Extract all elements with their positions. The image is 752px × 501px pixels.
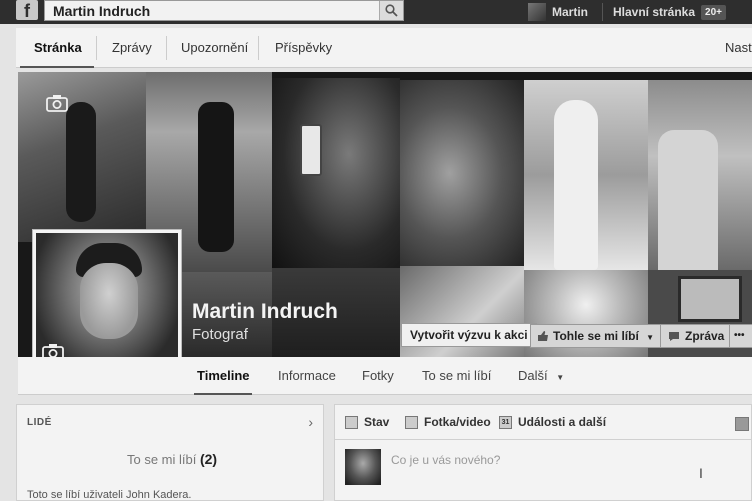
cover-figure — [554, 100, 598, 270]
facebook-logo-icon[interactable]: f — [16, 0, 38, 21]
likes-summary[interactable]: To se mi líbí (2) — [127, 451, 217, 467]
tab-settings[interactable]: Nasta — [725, 40, 752, 55]
profile-picture[interactable] — [32, 229, 182, 377]
search-input-value: Martin Indruch — [53, 3, 151, 19]
page-category: Fotograf — [192, 326, 248, 343]
cover-tile — [400, 80, 524, 266]
tab-posts[interactable]: Příspěvky — [275, 40, 332, 55]
liked-by-text: Toto se líbí uživateli John Kadera. — [27, 489, 192, 501]
user-avatar[interactable] — [527, 3, 546, 21]
like-button-label: Tohle se mi líbí — [553, 329, 639, 343]
message-button-label: Zpráva — [685, 329, 725, 343]
profile-photo — [36, 233, 178, 373]
more-options-button[interactable]: ••• — [729, 324, 752, 348]
calendar-icon: 31 — [499, 415, 512, 429]
photo-icon — [405, 415, 418, 429]
cover-phone — [300, 124, 322, 176]
divider — [96, 36, 97, 60]
timeline-nav: Timeline Informace Fotky To se mi líbí D… — [18, 357, 752, 395]
composer-input[interactable]: Co je u vás nového? — [391, 453, 500, 467]
composer-avatar — [345, 449, 381, 485]
like-page-button[interactable]: Tohle se mi líbí ▼ — [530, 324, 664, 348]
active-tab-indicator — [20, 66, 94, 68]
tab-notifications[interactable]: Upozornění — [181, 40, 248, 55]
tab-messages[interactable]: Zprávy — [112, 40, 152, 55]
people-box: LIDÉ › To se mi líbí (2) Toto se líbí už… — [16, 404, 324, 501]
likes-count: (2) — [199, 451, 218, 467]
cover-tile — [18, 72, 146, 242]
home-link[interactable]: Hlavní stránka — [613, 5, 695, 19]
tab-timeline[interactable]: Timeline — [197, 368, 250, 383]
cover-tile — [524, 80, 648, 270]
cover-figure — [658, 130, 718, 270]
chevron-down-icon: ▼ — [646, 333, 655, 342]
camera-icon[interactable] — [46, 94, 68, 112]
cover-figure — [66, 102, 96, 222]
page-thumbnail-icon[interactable] — [735, 417, 749, 431]
top-right-nav: Martin Hlavní stránka 20+ — [527, 0, 752, 24]
page-name: Martin Indruch — [192, 300, 338, 323]
cover-figure — [198, 102, 234, 252]
home-badge: 20+ — [701, 4, 726, 20]
tab-more[interactable]: Další ▼ — [518, 368, 564, 383]
create-cta-button[interactable]: Vytvořit výzvu k akci — [401, 323, 537, 347]
divider — [258, 36, 259, 60]
search-input[interactable]: Martin Indruch — [44, 0, 404, 21]
tab-photos[interactable]: Fotky — [362, 368, 394, 383]
photo-video-tab[interactable]: Fotka/video — [405, 415, 491, 429]
pencil-icon — [345, 415, 358, 429]
message-icon — [669, 332, 679, 341]
tab-likes[interactable]: To se mi líbí — [422, 368, 491, 383]
status-tab-label: Stav — [364, 415, 390, 429]
divider — [335, 439, 752, 440]
top-bar: f Martin Indruch Martin Hlavní stránka 2… — [0, 0, 752, 24]
people-box-title: LIDÉ — [27, 417, 52, 428]
events-tab-label: Události a další — [518, 415, 607, 429]
photo-video-tab-label: Fotka/video — [424, 415, 491, 429]
post-composer: Stav Fotka/video 31 Události a další Co … — [334, 404, 752, 501]
thumbs-up-icon — [538, 331, 548, 341]
tab-page[interactable]: Stránka — [34, 40, 82, 55]
active-tab-indicator — [194, 393, 252, 395]
user-name-link[interactable]: Martin — [552, 5, 588, 19]
chevron-right-icon[interactable]: › — [308, 414, 313, 430]
cover-tile — [272, 78, 400, 268]
cover-tile — [648, 80, 752, 270]
search-icon — [385, 4, 398, 17]
divider — [166, 36, 167, 60]
cover-picture-frame — [678, 276, 742, 322]
tab-more-label: Další — [518, 368, 548, 383]
page-admin-tabs: Stránka Zprávy Upozornění Příspěvky Nast… — [16, 28, 752, 68]
message-button[interactable]: Zpráva — [660, 324, 734, 348]
text-cursor-icon: I — [699, 465, 703, 481]
likes-label: To se mi líbí — [127, 452, 197, 467]
events-tab[interactable]: 31 Události a další — [499, 415, 606, 429]
tab-about[interactable]: Informace — [278, 368, 336, 383]
caret-down-icon: ▼ — [556, 373, 565, 382]
search-button[interactable] — [379, 1, 403, 20]
profile-face — [80, 263, 138, 339]
status-tab[interactable]: Stav — [345, 415, 389, 429]
divider — [601, 3, 603, 21]
